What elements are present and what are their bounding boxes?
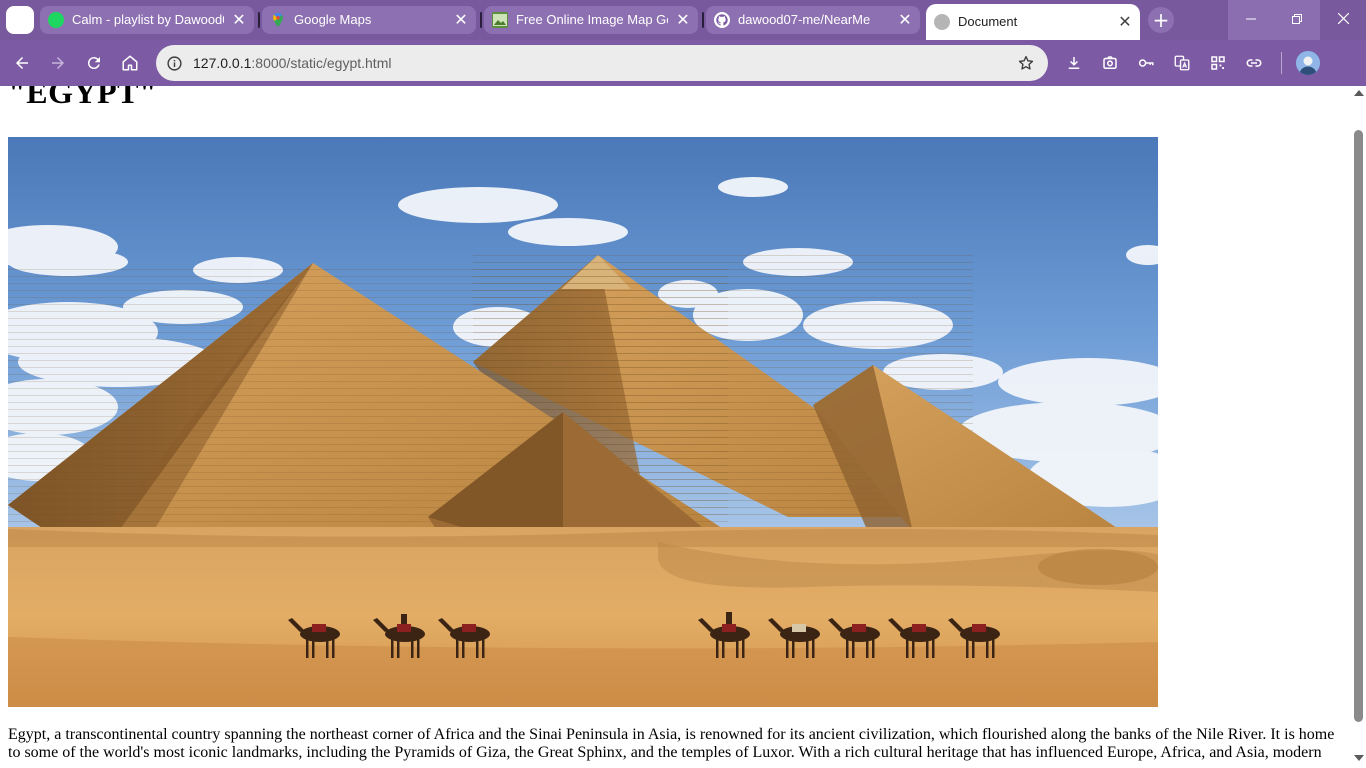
link-icon xyxy=(1246,59,1262,67)
url-path: :8000/static/egypt.html xyxy=(251,55,392,71)
new-tab-button[interactable]: + xyxy=(1148,7,1174,33)
tab-separator xyxy=(480,12,482,28)
reload-button[interactable] xyxy=(79,48,109,78)
url-text[interactable]: 127.0.0.1:8000/static/egypt.html xyxy=(193,45,391,81)
tab-search-button[interactable] xyxy=(6,6,34,34)
minimize-button[interactable] xyxy=(1228,0,1274,40)
close-icon[interactable]: ✕ xyxy=(230,11,248,29)
screenshot-icon xyxy=(1103,56,1117,69)
translate-button[interactable] xyxy=(1167,48,1197,78)
tab-document[interactable]: Document ✕ xyxy=(926,4,1140,40)
home-button[interactable] xyxy=(115,48,145,78)
downloads-button[interactable] xyxy=(1059,48,1089,78)
toolbar-divider xyxy=(1281,52,1282,74)
forward-icon xyxy=(52,57,64,69)
info-icon xyxy=(166,55,182,71)
globe-icon xyxy=(934,14,950,30)
address-bar[interactable]: 127.0.0.1:8000/static/egypt.html xyxy=(156,45,1048,81)
url-host: 127.0.0.1 xyxy=(193,55,252,71)
tab-github[interactable]: dawood07-me/NearMe ✕ xyxy=(706,6,920,34)
password-key-icon xyxy=(1138,59,1154,67)
restore-icon xyxy=(1292,14,1302,24)
window-close-icon xyxy=(1337,12,1349,25)
close-icon[interactable]: ✕ xyxy=(1116,13,1134,31)
home-icon xyxy=(122,55,138,71)
back-button[interactable] xyxy=(7,48,37,78)
minimize-icon xyxy=(1246,18,1256,20)
qr-code-icon xyxy=(1211,56,1225,70)
tab-strip: Calm - playlist by Dawood07 ✕ Google Map… xyxy=(0,0,1366,40)
bookmark-button[interactable] xyxy=(1014,51,1038,75)
password-button[interactable] xyxy=(1131,48,1161,78)
spotify-icon xyxy=(48,12,64,28)
reload-icon xyxy=(87,57,100,70)
tab-title: Document xyxy=(958,14,1018,29)
tab-separator xyxy=(702,12,704,28)
qr-code-button[interactable] xyxy=(1203,48,1233,78)
google-maps-icon xyxy=(270,12,286,28)
screenshot-button[interactable] xyxy=(1095,48,1125,78)
tab-title: Calm - playlist by Dawood07 xyxy=(72,12,224,27)
forward-button[interactable] xyxy=(43,48,73,78)
copy-link-button[interactable] xyxy=(1239,48,1269,78)
tab-title: dawood07-me/NearMe xyxy=(738,12,871,27)
restore-button[interactable] xyxy=(1274,0,1320,40)
scrollbar-thumb[interactable] xyxy=(1354,130,1363,722)
scroll-down-arrow-icon[interactable] xyxy=(1354,755,1364,761)
page-scrollbar[interactable] xyxy=(1351,86,1366,768)
profile-avatar[interactable] xyxy=(1296,51,1320,75)
pyramids-image xyxy=(8,137,1158,707)
close-icon[interactable]: ✕ xyxy=(452,11,470,29)
tab-spotify[interactable]: Calm - playlist by Dawood07 ✕ xyxy=(40,6,254,34)
translate-icon xyxy=(1174,55,1190,71)
close-icon[interactable]: ✕ xyxy=(896,11,914,29)
image-map-icon xyxy=(492,12,508,28)
egypt-description: Egypt, a transcontinental country spanni… xyxy=(8,726,1335,761)
bookmark-star-icon xyxy=(1018,55,1034,70)
page-title: "EGYPT" xyxy=(8,86,158,110)
tab-title: Free Online Image Map Generator xyxy=(516,12,668,27)
window-close-button[interactable] xyxy=(1320,0,1366,40)
github-icon xyxy=(714,12,730,28)
close-icon[interactable]: ✕ xyxy=(674,11,692,29)
tab-title: Google Maps xyxy=(294,12,372,27)
tab-separator xyxy=(258,12,260,28)
back-icon xyxy=(16,57,28,69)
browser-toolbar: 127.0.0.1:8000/static/egypt.html xyxy=(0,40,1366,86)
tab-google-maps[interactable]: Google Maps ✕ xyxy=(262,6,476,34)
download-icon xyxy=(1068,57,1080,69)
page-viewport: "EGYPT" Egypt, a transcontinental countr… xyxy=(0,86,1351,768)
site-info-button[interactable] xyxy=(162,51,186,75)
tab-image-map-generator[interactable]: Free Online Image Map Generator ✕ xyxy=(484,6,698,34)
scroll-up-arrow-icon[interactable] xyxy=(1354,90,1364,96)
